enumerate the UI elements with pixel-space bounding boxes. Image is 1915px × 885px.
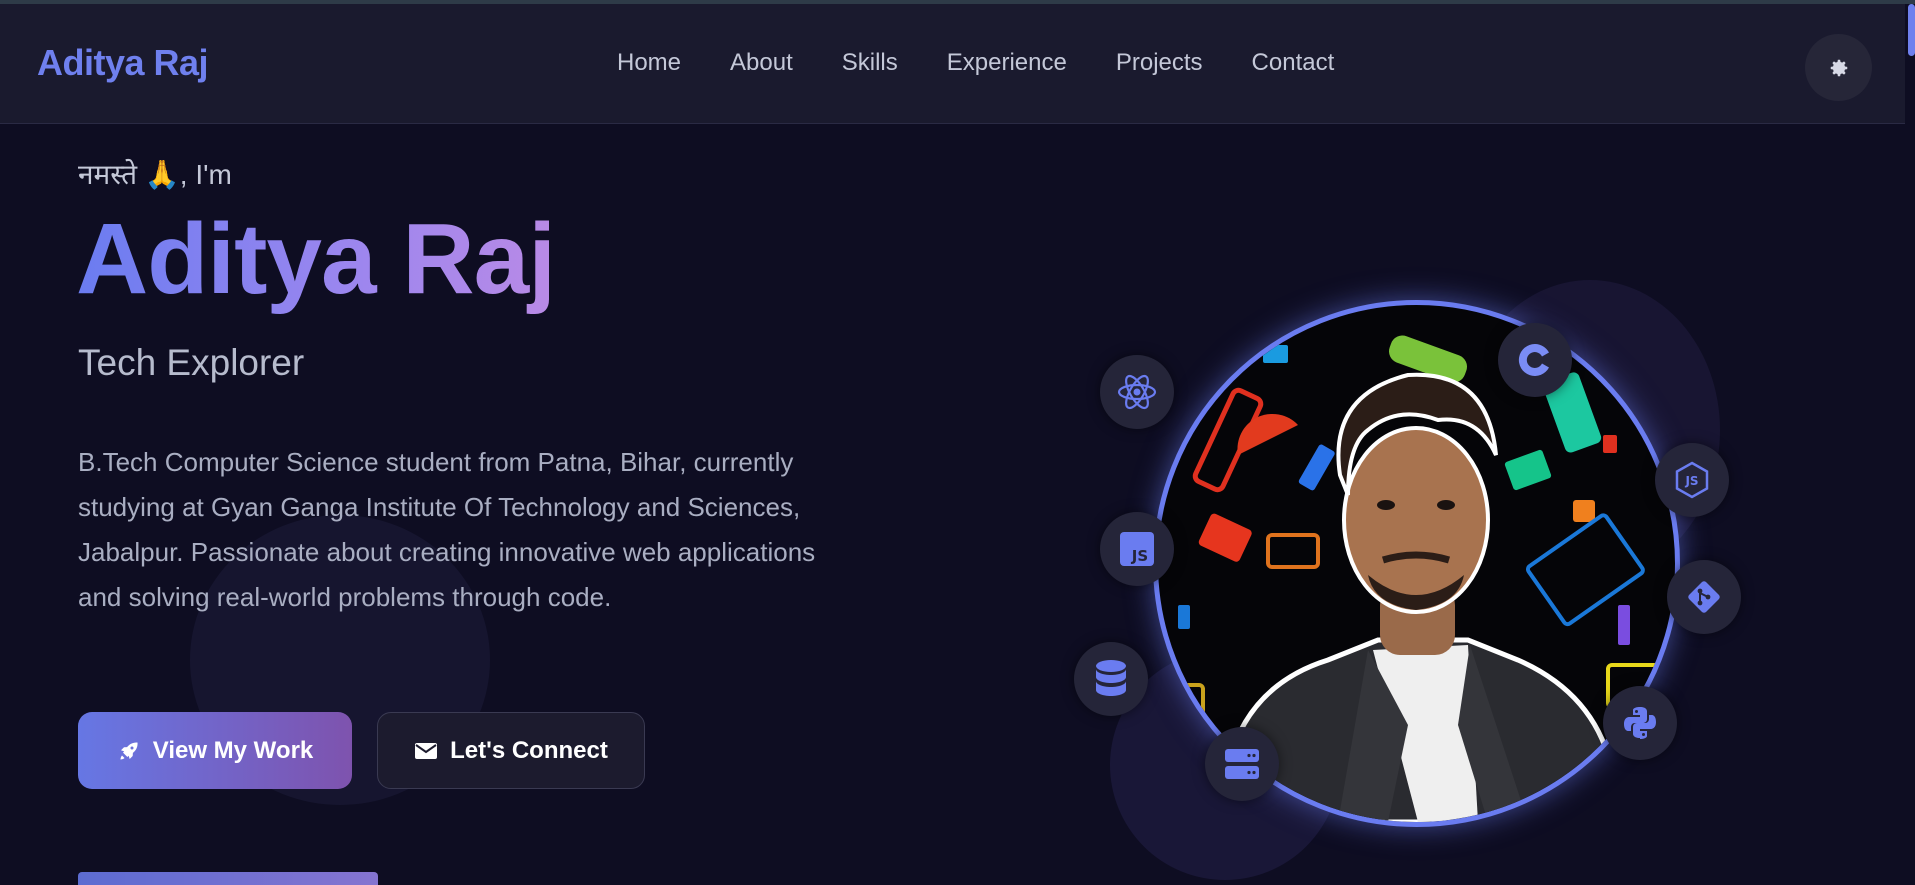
scrollbar-thumb[interactable]: [1908, 4, 1915, 56]
next-section-heading-cropped: [78, 872, 418, 885]
react-icon: [1117, 374, 1157, 410]
git-badge: [1667, 560, 1741, 634]
server-icon: [1225, 749, 1259, 779]
nav-link-about[interactable]: About: [730, 49, 793, 77]
server-badge: [1205, 727, 1279, 801]
view-my-work-label: View My Work: [152, 736, 314, 764]
javascript-badge: JS: [1100, 512, 1174, 586]
svg-text:JS: JS: [1131, 547, 1148, 565]
hero-name: Aditya Raj: [76, 203, 556, 315]
database-icon: [1096, 660, 1126, 696]
python-badge: [1603, 686, 1677, 760]
theme-toggle-button[interactable]: [1805, 34, 1872, 101]
hero-greeting: नमस्ते 🙏, I'm: [78, 159, 232, 190]
nav-link-contact[interactable]: Contact: [1252, 49, 1335, 77]
nav-link-projects[interactable]: Projects: [1116, 49, 1203, 77]
c-icon: [1518, 343, 1549, 376]
nodejs-icon: JS: [1675, 461, 1709, 499]
react-badge: [1100, 355, 1174, 429]
rocket-icon: [120, 741, 138, 759]
lets-connect-label: Let's Connect: [450, 736, 608, 764]
view-my-work-button[interactable]: View My Work: [78, 712, 352, 789]
nav-menu: Home About Skills Experience Projects Co…: [617, 49, 1383, 77]
svg-text:JS: JS: [1684, 474, 1698, 488]
nav-link-home[interactable]: Home: [617, 49, 681, 77]
hero-bio: B.Tech Computer Science student from Pat…: [78, 447, 816, 612]
javascript-icon: JS: [1120, 532, 1154, 566]
c-language-badge: [1498, 323, 1572, 397]
lets-connect-button[interactable]: Let's Connect: [377, 712, 645, 789]
nav-link-experience[interactable]: Experience: [947, 49, 1067, 77]
nav-link-skills[interactable]: Skills: [842, 49, 898, 77]
git-icon: [1688, 581, 1720, 613]
python-icon: [1624, 707, 1656, 739]
gear-icon: [1830, 59, 1847, 76]
envelope-icon: [415, 742, 438, 759]
nodejs-badge: JS: [1655, 443, 1729, 517]
brand-logo[interactable]: Aditya Raj: [37, 42, 209, 84]
navbar: Aditya Raj Home About Skills Experience …: [0, 4, 1905, 124]
hero-role: Tech Explorer: [78, 342, 305, 383]
database-badge: [1074, 642, 1148, 716]
